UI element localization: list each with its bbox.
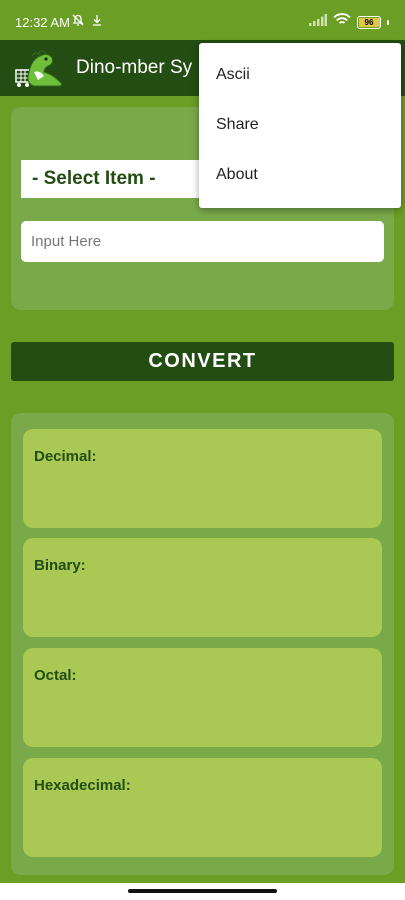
status-right-icons: 96 [309, 13, 389, 31]
number-input[interactable] [21, 221, 384, 262]
menu-item-about[interactable]: About [216, 166, 258, 184]
binary-label: Binary: [34, 557, 86, 574]
menu-item-ascii[interactable]: Ascii [216, 66, 250, 84]
octal-result-box: Octal: [23, 648, 382, 747]
hexadecimal-result-box: Hexadecimal: [23, 758, 382, 857]
hexadecimal-label: Hexadecimal: [34, 777, 131, 794]
status-bar: 12:32 AM 96 [0, 0, 405, 40]
convert-button[interactable]: CONVERT [11, 342, 394, 381]
home-indicator[interactable] [128, 889, 277, 893]
decimal-result-box: Decimal: [23, 429, 382, 528]
download-icon [91, 13, 103, 32]
binary-result-box: Binary: [23, 538, 382, 637]
select-item-label: - Select Item - [32, 168, 156, 189]
signal-icon [309, 13, 327, 31]
decimal-label: Decimal: [34, 448, 97, 465]
dino-logo-icon [14, 48, 68, 88]
octal-label: Octal: [34, 667, 77, 684]
battery-tip [387, 19, 389, 25]
overflow-menu: Ascii Share About [199, 43, 401, 208]
app-title: Dino-mber Sy [76, 57, 193, 78]
wifi-icon [333, 13, 351, 31]
battery-percent: 96 [364, 17, 374, 27]
status-left-icons [71, 13, 103, 32]
menu-item-share[interactable]: Share [216, 116, 259, 134]
status-time: 12:32 AM [15, 15, 70, 30]
mute-icon [71, 13, 85, 32]
select-item-dropdown[interactable]: - Select Item - [21, 160, 201, 198]
battery-icon: 96 [357, 15, 381, 29]
